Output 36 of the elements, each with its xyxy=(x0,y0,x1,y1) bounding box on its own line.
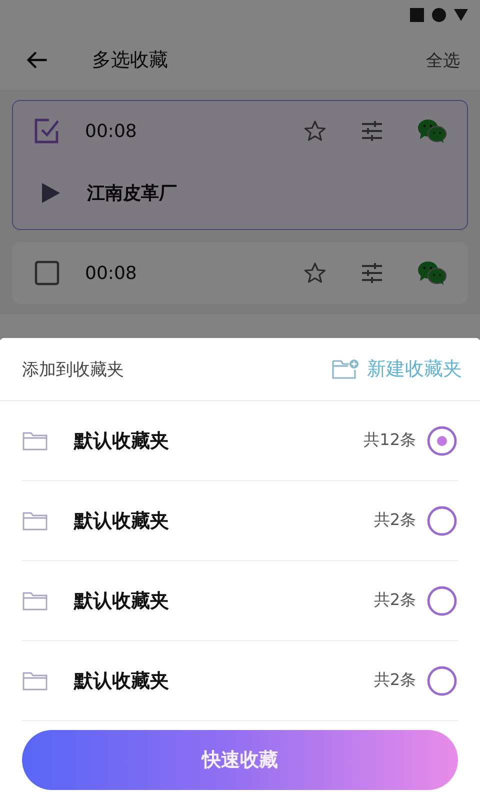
radio-button[interactable] xyxy=(426,504,458,536)
play-icon[interactable] xyxy=(41,182,61,204)
item-count: 共12条 xyxy=(364,430,416,451)
sliders-icon[interactable] xyxy=(360,261,384,285)
chat-icon[interactable] xyxy=(417,118,447,144)
checkbox[interactable] xyxy=(33,259,61,287)
radio-button[interactable] xyxy=(426,584,458,616)
recording-card[interactable]: 00:08 江南皮革厂 xyxy=(12,100,468,230)
duration-text: 00:08 xyxy=(85,120,138,142)
radio-button[interactable] xyxy=(426,424,458,456)
folder-plus-icon xyxy=(331,358,359,380)
sliders-icon[interactable] xyxy=(360,119,384,143)
radio-button[interactable] xyxy=(426,664,458,696)
item-count: 共2条 xyxy=(374,670,416,691)
recording-title: 江南皮革厂 xyxy=(87,182,177,205)
folder-name[interactable]: 默认收藏夹 xyxy=(74,428,364,454)
folder-icon xyxy=(22,510,48,530)
select-all-link[interactable]: 全选 xyxy=(426,48,460,72)
star-icon[interactable] xyxy=(303,119,327,143)
item-count: 共2条 xyxy=(374,510,416,531)
sheet-title: 添加到收藏夹 xyxy=(22,358,124,380)
folder-name[interactable]: 默认收藏夹 xyxy=(74,508,374,534)
duration-text: 00:08 xyxy=(85,262,138,284)
quick-save-button[interactable]: 快速收藏 xyxy=(22,730,458,790)
page-title: 多选收藏 xyxy=(92,48,169,73)
folder-icon xyxy=(22,670,48,690)
folder-name[interactable]: 默认收藏夹 xyxy=(74,668,374,694)
star-icon[interactable] xyxy=(303,261,327,285)
folder-icon xyxy=(22,590,48,610)
chat-icon[interactable] xyxy=(417,260,447,286)
checkbox[interactable] xyxy=(33,117,61,145)
recording-card[interactable]: 00:08 xyxy=(12,242,468,304)
folder-icon xyxy=(22,430,48,450)
folder-name[interactable]: 默认收藏夹 xyxy=(74,588,374,614)
item-count: 共2条 xyxy=(374,590,416,611)
dot-icon xyxy=(432,8,446,22)
